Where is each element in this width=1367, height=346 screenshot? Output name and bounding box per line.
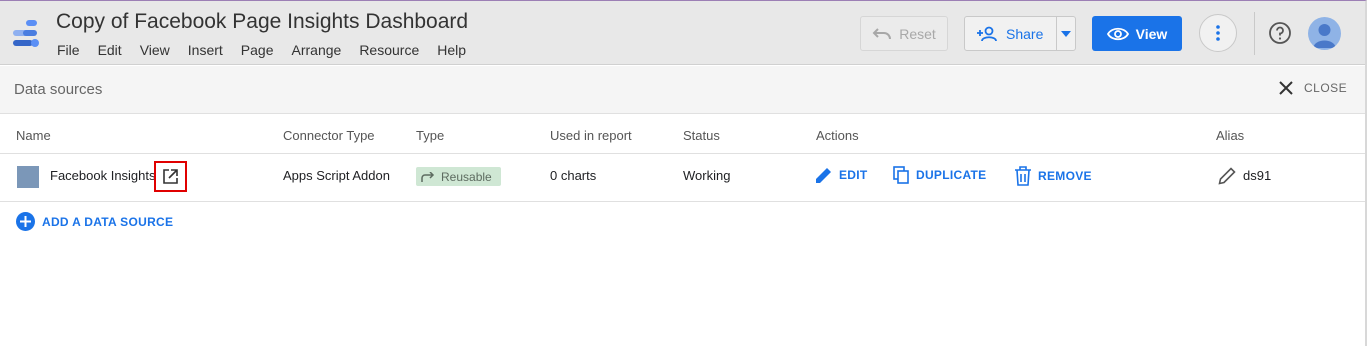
type-badge: Reusable [416,167,501,186]
add-data-source-label: ADD A DATA SOURCE [42,214,174,229]
close-button[interactable]: CLOSE [1278,80,1347,96]
table-header: Name Connector Type Type Used in report … [0,114,1365,154]
add-data-source-button[interactable]: ADD A DATA SOURCE [16,212,173,231]
edit-button[interactable]: EDIT [815,166,868,184]
data-sources-panel-header: Data sources CLOSE [0,66,1365,114]
reset-label: Reset [899,25,936,42]
app-window: Copy of Facebook Page Insights Dashboard… [0,0,1367,346]
remove-label: REMOVE [1038,169,1092,183]
duplicate-icon [893,166,909,184]
header-type: Type [416,128,445,143]
used-in-report: 0 charts [550,168,597,183]
caret-down-icon [1061,30,1071,37]
menu-resource[interactable]: Resource [359,42,419,58]
datasource-name[interactable]: Facebook Insights [50,168,156,183]
alias-pencil-icon [1218,167,1236,185]
menu-bar: File Edit View Insert Page Arrange Resou… [57,42,484,58]
view-label: View [1135,25,1168,42]
add-person-icon [977,26,997,41]
remove-button[interactable]: REMOVE [1014,166,1092,186]
more-vert-icon [1216,25,1220,41]
menu-insert[interactable]: Insert [188,42,223,58]
header-connector-type: Connector Type [283,128,375,143]
alias-value: ds91 [1243,168,1272,183]
reset-button[interactable]: Reset [860,16,948,51]
menu-page[interactable]: Page [241,42,274,58]
header-used-in-report: Used in report [550,128,632,143]
menu-file[interactable]: File [57,42,80,58]
panel-title: Data sources [14,81,103,98]
open-datasource-button[interactable] [154,161,187,192]
header-name: Name [16,128,51,143]
menu-arrange[interactable]: Arrange [292,42,342,58]
eye-icon [1106,27,1129,40]
status: Working [683,168,731,183]
close-label: CLOSE [1304,81,1348,95]
user-icon [1313,24,1336,48]
trash-icon [1015,166,1031,186]
alias-field[interactable]: ds91 [1218,166,1271,185]
data-studio-logo-icon[interactable] [13,18,43,48]
open-in-new-icon [163,169,178,184]
datasource-icon [17,166,39,188]
share-main[interactable]: Share [965,17,1057,50]
duplicate-button[interactable]: DUPLICATE [893,166,986,184]
help-icon[interactable] [1268,21,1292,45]
menu-view[interactable]: View [140,42,170,58]
reuse-arrow-icon [421,171,435,182]
header-status: Status [683,128,720,143]
header-alias: Alias [1216,128,1245,143]
table-row: Facebook Insights Apps Script Addon Reus… [0,154,1365,202]
share-label: Share [1006,25,1044,42]
account-avatar[interactable] [1308,17,1341,50]
edit-pencil-icon [816,168,831,183]
edit-label: EDIT [839,168,868,182]
header-actions: Actions [816,128,859,143]
duplicate-label: DUPLICATE [916,168,987,182]
toolbar-divider [1254,12,1255,55]
share-button[interactable]: Share [964,16,1076,51]
menu-edit[interactable]: Edit [98,42,122,58]
close-icon [1279,81,1293,95]
share-dropdown[interactable] [1057,30,1075,37]
undo-icon [872,27,892,39]
menu-help[interactable]: Help [437,42,466,58]
top-bar: Copy of Facebook Page Insights Dashboard… [0,1,1365,65]
report-title[interactable]: Copy of Facebook Page Insights Dashboard [56,10,468,34]
connector-type: Apps Script Addon [283,168,390,183]
more-options-button[interactable] [1199,14,1237,52]
view-button[interactable]: View [1092,16,1182,51]
type-label: Reusable [441,169,492,184]
add-circle-icon [16,212,35,231]
